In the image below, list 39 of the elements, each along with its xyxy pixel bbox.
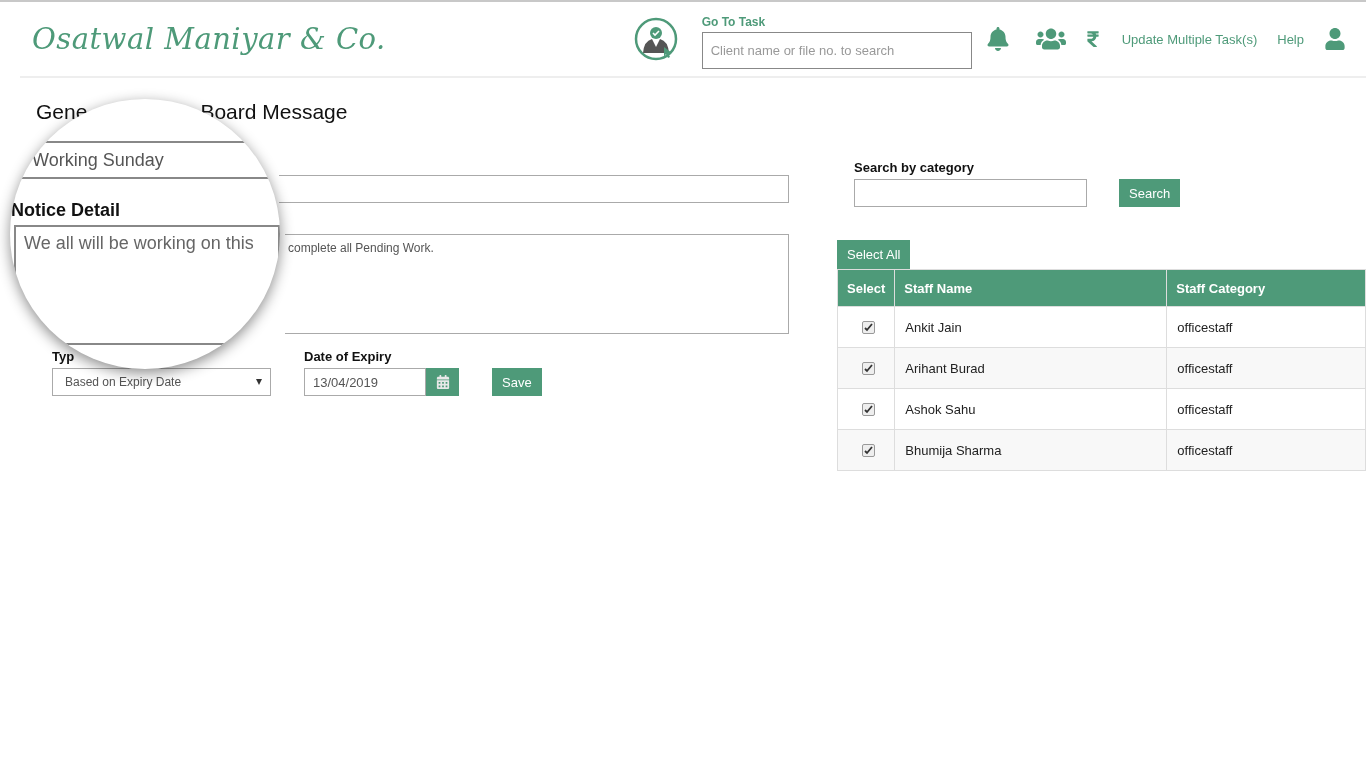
search-button[interactable]: Search — [1119, 179, 1181, 207]
subject-field-magnified: Working Sunday — [10, 141, 280, 179]
staff-category-cell: officestaff — [1166, 429, 1366, 471]
task-search-field[interactable]: Client name or file no. to search — [701, 32, 972, 69]
staff-name-cell: Arihant Burad — [894, 347, 1167, 389]
select-all-button[interactable]: Select All — [837, 240, 911, 269]
go-to-task-label: Go To Task — [701, 15, 767, 29]
save-button[interactable]: Save — [492, 368, 542, 396]
column-header: Staff Name — [894, 269, 1167, 307]
row-checkbox[interactable] — [862, 361, 875, 375]
bell-icon[interactable] — [985, 27, 1010, 51]
row-checkbox[interactable] — [862, 402, 875, 416]
expiry-date-label: Date of Expiry — [304, 349, 393, 364]
type-label: Typ — [52, 349, 76, 364]
staff-name-cell: Bhumija Sharma — [894, 429, 1167, 471]
category-search-field[interactable] — [854, 179, 1087, 207]
company-logo-text: Osatwal Maniyar & Co. — [32, 22, 386, 56]
header-link[interactable]: Help — [1277, 31, 1304, 47]
column-header: Select — [837, 269, 895, 307]
staff-name-cell: Ashok Sahu — [894, 388, 1167, 430]
notice-detail-field[interactable]: complete all Pending Work. — [285, 234, 789, 334]
header-link[interactable]: Update Multiple Task(s) — [1121, 31, 1258, 47]
staff-name-cell: Ankit Jain — [894, 306, 1167, 348]
task-logo-icon[interactable] — [633, 17, 678, 61]
user-icon[interactable] — [1324, 28, 1346, 50]
subject-field[interactable] — [279, 175, 789, 203]
staff-category-cell: officestaff — [1166, 306, 1366, 348]
staff-category-cell: officestaff — [1166, 347, 1366, 389]
row-checkbox[interactable] — [862, 443, 875, 457]
type-select[interactable]: Based on Expiry Date — [52, 368, 271, 396]
expiry-date-field[interactable]: 13/04/2019 — [304, 368, 426, 396]
notice-detail-label: Notice Detail — [11, 200, 122, 221]
staff-category-cell: officestaff — [1166, 388, 1366, 430]
notice-detail-magnified: We all will be working on this — [14, 225, 280, 345]
calendar-button[interactable] — [426, 368, 459, 396]
category-search-label: Search by category — [854, 160, 975, 175]
column-header: Staff Category — [1166, 269, 1366, 307]
row-checkbox[interactable] — [862, 320, 875, 334]
calendar-icon — [435, 375, 450, 389]
